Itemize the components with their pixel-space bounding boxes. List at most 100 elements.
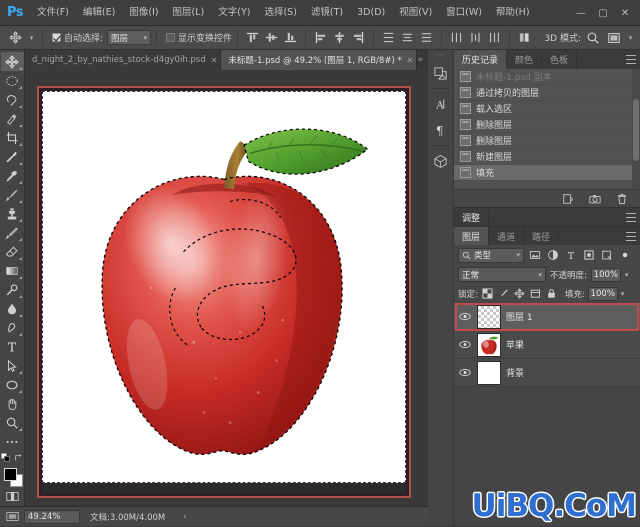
history-item[interactable]: 通过拷贝的图层: [454, 85, 640, 101]
history-scrollbar[interactable]: [632, 69, 640, 189]
menu-file[interactable]: 文件(F): [30, 0, 76, 26]
align-top-edges-icon[interactable]: [244, 29, 261, 46]
hand-tool[interactable]: [1, 394, 24, 413]
color-swatches[interactable]: [1, 466, 24, 487]
history-list[interactable]: 未标题-1.psd 副本 通过拷贝的图层 载入选区 删除图层 删除图层: [454, 69, 640, 189]
blur-tool[interactable]: [1, 299, 24, 318]
menu-select[interactable]: 选择(S): [257, 0, 303, 26]
menu-3d[interactable]: 3D(D): [350, 0, 392, 26]
tab-swatches[interactable]: 色板: [542, 50, 577, 69]
lock-position-icon[interactable]: [513, 287, 526, 300]
pen-tool[interactable]: [1, 318, 24, 337]
history-item[interactable]: 载入选区: [454, 101, 640, 117]
distribute-bottom-edges-icon[interactable]: [418, 29, 435, 46]
panel-menu-icon[interactable]: [626, 213, 636, 222]
layer-row-layer1[interactable]: 图层 1: [454, 303, 640, 331]
character-panel-icon[interactable]: A: [429, 91, 453, 117]
menu-type[interactable]: 文字(Y): [211, 0, 257, 26]
paragraph-panel-icon[interactable]: ¶: [429, 117, 453, 143]
minimize-button[interactable]: —: [570, 3, 592, 23]
auto-select-target-dropdown[interactable]: 图层 ▾: [107, 30, 151, 45]
panel-menu-icon[interactable]: [626, 55, 636, 64]
menu-view[interactable]: 视图(V): [392, 0, 439, 26]
show-transform-checkbox-box[interactable]: [166, 33, 175, 42]
menu-help[interactable]: 帮助(H): [489, 0, 537, 26]
layer-visibility-toggle[interactable]: [457, 335, 472, 355]
lock-all-icon[interactable]: [545, 287, 558, 300]
horizontal-type-tool[interactable]: T: [1, 337, 24, 356]
align-right-edges-icon[interactable]: [350, 29, 367, 46]
3d-panel-icon[interactable]: [429, 148, 453, 174]
distribute-top-edges-icon[interactable]: [380, 29, 397, 46]
layer-row-background[interactable]: 背景: [454, 359, 640, 387]
panel-menu-icon[interactable]: [626, 232, 636, 241]
document-tab-2[interactable]: 未标题-1.psd @ 49.2% (图层 1, RGB/8#) * ✕: [221, 50, 417, 70]
menu-layer[interactable]: 图层(L): [166, 0, 212, 26]
tab-layers[interactable]: 图层: [454, 227, 489, 245]
tab-channels[interactable]: 通道: [489, 227, 524, 245]
layer-visibility-toggle[interactable]: [457, 307, 472, 327]
layer-thumbnail[interactable]: [477, 361, 501, 385]
edit-toolbar-ellipsis[interactable]: [1, 432, 24, 451]
layer-row-apple[interactable]: 苹果: [454, 331, 640, 359]
gradient-tool[interactable]: [1, 261, 24, 280]
tab-history[interactable]: 历史记录: [454, 50, 507, 69]
distribute-vertical-centers-icon[interactable]: [399, 29, 416, 46]
create-snapshot-icon[interactable]: [588, 192, 601, 205]
lock-transparent-pixels-icon[interactable]: [481, 287, 494, 300]
dodge-tool[interactable]: [1, 280, 24, 299]
eraser-tool[interactable]: [1, 242, 24, 261]
workspace-icon[interactable]: [605, 29, 622, 46]
document-canvas-area[interactable]: [25, 70, 428, 506]
tool-preset-caret-icon[interactable]: ▾: [26, 28, 37, 48]
filter-shape-icon[interactable]: [581, 248, 596, 263]
history-item[interactable]: 删除图层: [454, 133, 640, 149]
layer-visibility-toggle[interactable]: [457, 363, 472, 383]
history-brush-tool[interactable]: [1, 223, 24, 242]
close-icon[interactable]: ✕: [407, 56, 414, 65]
auto-select-checkbox[interactable]: 自动选择:: [52, 31, 103, 44]
lock-artboard-nesting-icon[interactable]: [529, 287, 542, 300]
tab-adjustments[interactable]: 调整: [454, 211, 489, 224]
search-icon[interactable]: [584, 29, 601, 46]
elliptical-marquee-tool[interactable]: [1, 71, 24, 90]
create-document-from-state-icon[interactable]: [561, 192, 574, 205]
distribute-left-edges-icon[interactable]: [448, 29, 465, 46]
menu-image[interactable]: 图像(I): [122, 0, 165, 26]
zoom-tool[interactable]: [1, 413, 24, 432]
history-item[interactable]: 新建图层: [454, 149, 640, 165]
auto-align-layers-icon[interactable]: [516, 29, 533, 46]
foreground-color-swatch[interactable]: [4, 468, 17, 481]
align-left-edges-icon[interactable]: [312, 29, 329, 46]
spot-healing-brush-tool[interactable]: [1, 166, 24, 185]
filter-type-icon[interactable]: T: [563, 248, 578, 263]
filter-pixel-icon[interactable]: [527, 248, 542, 263]
clone-stamp-tool[interactable]: [1, 204, 24, 223]
status-expand-arrow-icon[interactable]: ›: [183, 512, 186, 521]
quick-mask-icon[interactable]: [1, 487, 24, 506]
tab-paths[interactable]: 路径: [524, 227, 559, 245]
align-vertical-centers-icon[interactable]: [263, 29, 280, 46]
lasso-tool[interactable]: [1, 90, 24, 109]
filter-adjustment-icon[interactable]: [545, 248, 560, 263]
menu-edit[interactable]: 编辑(E): [76, 0, 122, 26]
filter-smart-object-icon[interactable]: [599, 248, 614, 263]
distribute-right-edges-icon[interactable]: [486, 29, 503, 46]
tab-overflow-icon[interactable]: »: [417, 50, 428, 70]
screen-mode-icon[interactable]: [0, 507, 24, 527]
filter-toggle-icon[interactable]: [617, 248, 632, 263]
fill-chevron-down-icon[interactable]: ▾: [621, 290, 625, 298]
quick-selection-tool[interactable]: [1, 109, 24, 128]
show-transform-controls-checkbox[interactable]: 显示变换控件: [166, 31, 232, 44]
opacity-chevron-down-icon[interactable]: ▾: [625, 271, 629, 279]
path-selection-tool[interactable]: [1, 356, 24, 375]
brush-tool[interactable]: [1, 185, 24, 204]
history-item[interactable]: 删除图层: [454, 117, 640, 133]
rail-grip[interactable]: ⋯: [428, 50, 454, 60]
opacity-input[interactable]: 100%: [591, 268, 621, 282]
align-horizontal-centers-icon[interactable]: [331, 29, 348, 46]
layer-comps-icon[interactable]: [429, 60, 453, 86]
move-tool[interactable]: [1, 52, 24, 71]
move-tool-icon[interactable]: [4, 28, 26, 48]
blend-mode-dropdown[interactable]: 正常 ▾: [458, 267, 546, 282]
